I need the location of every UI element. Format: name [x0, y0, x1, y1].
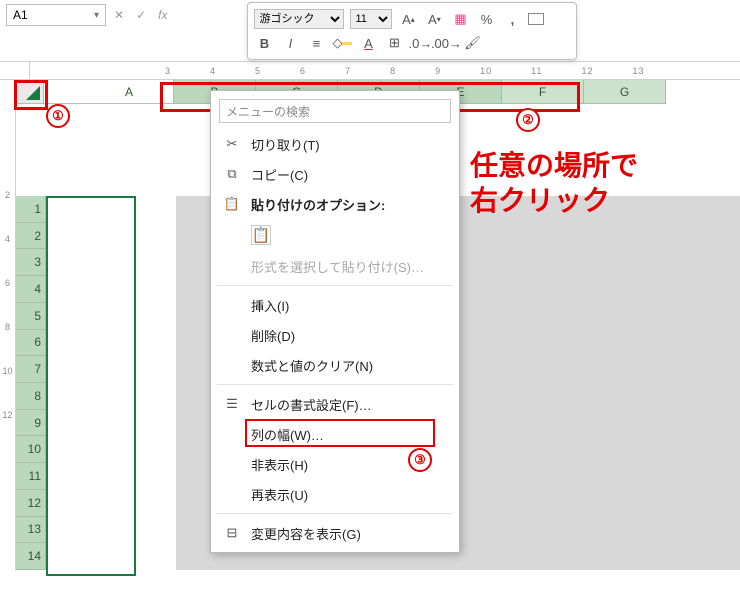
menu-column-width-label: 列の幅(W)…	[251, 425, 324, 444]
select-all-corner[interactable]	[14, 80, 44, 104]
fx-icon: fx	[154, 8, 171, 22]
menu-insert[interactable]: 挿入(I)	[211, 290, 459, 320]
menu-paste-options-label: 貼り付けのオプション:	[251, 198, 385, 213]
menu-paste-special-label: 形式を選択して貼り付け(S)…	[251, 257, 424, 276]
formula-accept-icon: ✓	[132, 8, 150, 22]
comma-icon[interactable]: ,	[502, 9, 522, 29]
column-header-g[interactable]: G	[584, 80, 666, 104]
menu-clear[interactable]: 数式と値のクリア(N)	[211, 350, 459, 380]
menu-unhide[interactable]: 再表示(U)	[211, 479, 459, 509]
row-header-6[interactable]: 6	[16, 330, 46, 357]
menu-delete-label: 削除(D)	[251, 326, 295, 345]
align-icon[interactable]: ≡	[306, 33, 326, 53]
menu-cut[interactable]: ✂ 切り取り(T)	[211, 129, 459, 159]
ruler-horizontal: 345678910111213	[0, 62, 740, 80]
decrease-decimal-icon[interactable]: .00→	[436, 33, 456, 53]
row-header-4[interactable]: 4	[16, 276, 46, 303]
row-header-13[interactable]: 13	[16, 517, 46, 544]
name-box[interactable]: A1 ▾	[6, 4, 106, 26]
name-box-value: A1	[13, 8, 28, 22]
menu-paste-options: 📋 貼り付けのオプション:	[211, 189, 459, 219]
menu-format-cells[interactable]: ☰ セルの書式設定(F)…	[211, 389, 459, 419]
menu-clear-label: 数式と値のクリア(N)	[251, 356, 373, 375]
cond-format-icon[interactable]: ▦	[450, 9, 470, 29]
row-header-2[interactable]: 2	[16, 223, 46, 250]
menu-search-input[interactable]: メニューの検索	[219, 99, 451, 123]
menu-copy[interactable]: ⧉ コピー(C)	[211, 159, 459, 189]
menu-show-changes[interactable]: ⊟ 変更内容を表示(G)	[211, 518, 459, 548]
menu-hide-label: 非表示(H)	[251, 455, 308, 474]
row-header-7[interactable]: 7	[16, 356, 46, 383]
annotation-badge-1: ①	[46, 104, 70, 128]
row-header-1[interactable]: 1	[16, 196, 46, 223]
scissors-icon: ✂	[223, 136, 241, 152]
formula-cancel-icon: ✕	[110, 8, 128, 22]
paste-icon[interactable]: 📋	[251, 225, 271, 245]
clipboard-icon: 📋	[223, 196, 241, 212]
menu-search-placeholder: メニューの検索	[226, 103, 310, 120]
increase-decimal-icon[interactable]: .0→	[410, 33, 430, 53]
fill-color-icon[interactable]: ◇	[332, 33, 352, 53]
borders-icon[interactable]: ⊞	[384, 33, 404, 53]
ruler-vertical: 24681012	[0, 80, 16, 570]
menu-paste-special: 形式を選択して貼り付け(S)…	[211, 251, 459, 281]
annotation-badge-3: ③	[408, 448, 432, 472]
increase-font-icon[interactable]: A▴	[398, 9, 418, 29]
merge-icon[interactable]	[528, 13, 544, 25]
bold-icon[interactable]: B	[254, 33, 274, 53]
row-header-10[interactable]: 10	[16, 436, 46, 463]
row-header-11[interactable]: 11	[16, 463, 46, 490]
context-menu: メニューの検索 ✂ 切り取り(T) ⧉ コピー(C) 📋 貼り付けのオプション:…	[210, 90, 460, 553]
row-header-9[interactable]: 9	[16, 410, 46, 437]
menu-insert-label: 挿入(I)	[251, 296, 289, 315]
selection-outline	[46, 196, 136, 576]
format-cells-icon: ☰	[223, 396, 241, 412]
select-all-triangle-icon	[26, 86, 40, 100]
menu-delete[interactable]: 削除(D)	[211, 320, 459, 350]
font-select[interactable]: 游ゴシック	[254, 9, 344, 29]
show-changes-icon: ⊟	[223, 525, 241, 541]
chevron-down-icon: ▾	[94, 10, 99, 21]
font-color-icon[interactable]: A	[358, 33, 378, 53]
menu-unhide-label: 再表示(U)	[251, 485, 308, 504]
menu-column-width[interactable]: 列の幅(W)…	[211, 419, 459, 449]
mini-toolbar: 游ゴシック 11 A▴ A▾ ▦ % , B I ≡ ◇ A ⊞ .0→ .00…	[247, 2, 577, 60]
menu-copy-label: コピー(C)	[251, 165, 308, 184]
row-header-12[interactable]: 12	[16, 490, 46, 517]
percent-icon[interactable]: %	[476, 9, 496, 29]
copy-icon: ⧉	[223, 166, 241, 182]
menu-show-changes-label: 変更内容を表示(G)	[251, 524, 361, 543]
decrease-font-icon[interactable]: A▾	[424, 9, 444, 29]
format-painter-icon[interactable]: 🖌	[462, 33, 482, 53]
font-size-select[interactable]: 11	[350, 9, 392, 29]
menu-cut-label: 切り取り(T)	[251, 135, 320, 154]
annotation-badge-2: ②	[516, 108, 540, 132]
annotation-text: 任意の場所で 右クリック	[470, 148, 638, 218]
row-header-8[interactable]: 8	[16, 383, 46, 410]
row-header-14[interactable]: 14	[16, 543, 46, 570]
column-header-f[interactable]: F	[502, 80, 584, 104]
row-header-5[interactable]: 5	[16, 303, 46, 330]
row-header-3[interactable]: 3	[16, 249, 46, 276]
column-header-a[interactable]: A	[44, 80, 174, 104]
menu-format-cells-label: セルの書式設定(F)…	[251, 395, 372, 414]
italic-icon[interactable]: I	[280, 33, 300, 53]
row-headers[interactable]: 1234567891011121314	[16, 196, 46, 570]
